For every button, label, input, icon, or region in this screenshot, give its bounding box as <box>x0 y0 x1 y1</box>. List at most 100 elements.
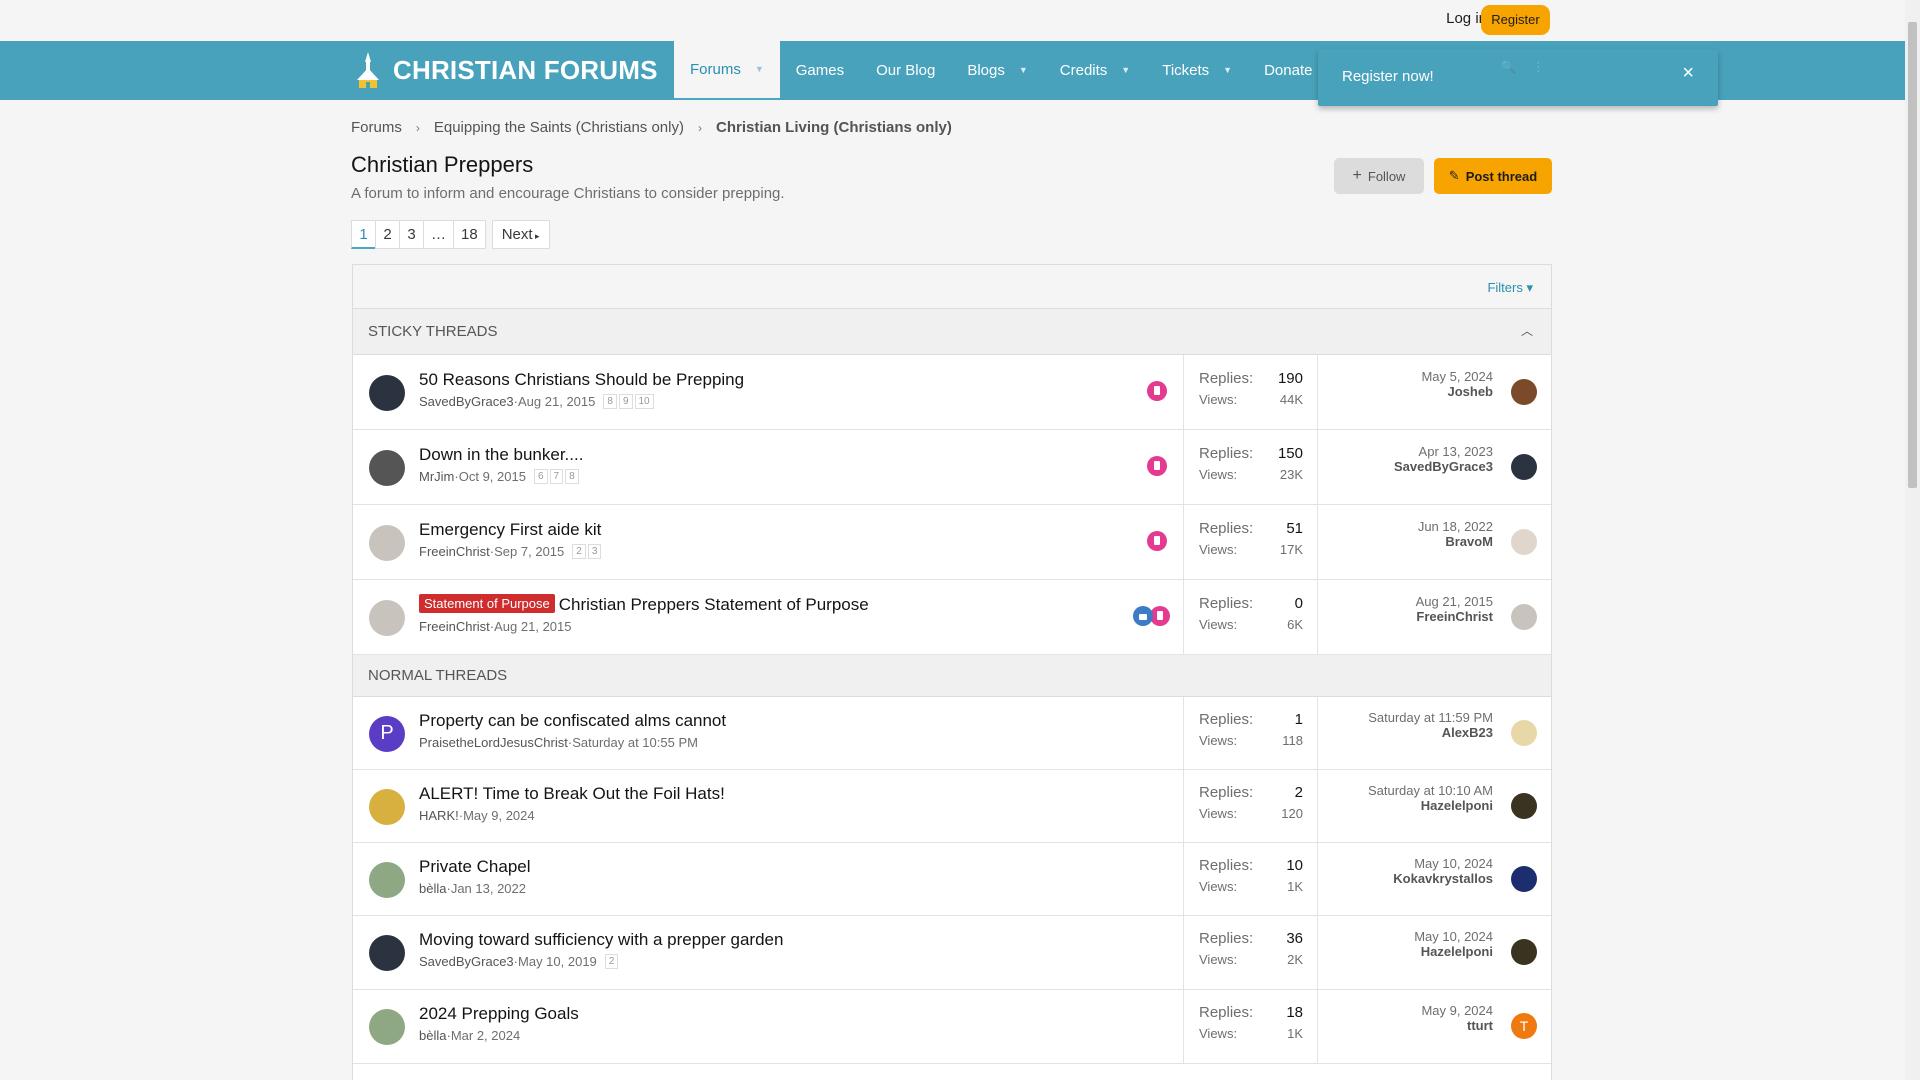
follow-button[interactable]: + Follow <box>1334 158 1424 194</box>
dropdown-caret-icon[interactable]: ▼ <box>1019 41 1028 100</box>
last-poster-avatar[interactable] <box>1511 453 1537 480</box>
last-post-date[interactable]: May 10, 2024 <box>1393 856 1493 871</box>
user-avatar[interactable] <box>369 599 405 636</box>
thread-page-link[interactable]: 2 <box>604 954 619 969</box>
thread-page-link[interactable]: 7 <box>549 468 564 484</box>
last-poster-avatar[interactable] <box>1511 378 1537 405</box>
thread-start-date[interactable]: May 10, 2019 <box>518 954 597 969</box>
last-poster-avatar[interactable] <box>1511 939 1537 965</box>
thread-start-date[interactable]: Saturday at 10:55 PM <box>572 735 698 750</box>
thread-start-date[interactable]: Mar 2, 2024 <box>451 1028 520 1043</box>
last-poster-avatar[interactable]: T <box>1511 1013 1537 1039</box>
user-avatar[interactable]: P <box>369 715 405 752</box>
last-poster-avatar[interactable] <box>1511 865 1537 892</box>
thread-title[interactable]: Property can be confiscated alms cannot <box>419 711 726 731</box>
last-post-date[interactable]: Saturday at 11:59 PM <box>1368 710 1493 725</box>
last-post-user[interactable]: AlexB23 <box>1368 725 1493 740</box>
last-post-date[interactable]: May 10, 2024 <box>1414 929 1493 944</box>
thread-author[interactable]: FreeinChrist <box>419 619 490 634</box>
last-post-user[interactable]: Josheb <box>1421 384 1493 399</box>
thread-row[interactable]: Statement of Purpose Christian Preppers S… <box>353 580 1551 655</box>
last-post-date[interactable]: Saturday at 10:10 AM <box>1368 783 1493 798</box>
page-link[interactable]: 1 <box>351 220 376 249</box>
thread-row[interactable]: Emergency First aide kit FreeinChrist · S… <box>353 505 1551 580</box>
last-post-date[interactable]: May 5, 2024 <box>1421 369 1493 384</box>
dropdown-caret-icon[interactable]: ▼ <box>755 40 764 99</box>
site-logo[interactable]: CHRISTIAN FORUMS <box>353 50 658 90</box>
breadcrumb-forums[interactable]: Forums <box>351 119 402 137</box>
thread-title[interactable]: ALERT! Time to Break Out the Foil Hats! <box>419 784 725 804</box>
user-avatar[interactable] <box>369 788 405 825</box>
user-avatar[interactable] <box>369 449 405 486</box>
last-post-user[interactable]: BravoM <box>1418 534 1493 549</box>
thread-start-date[interactable]: May 9, 2024 <box>463 808 535 823</box>
thread-row[interactable]: ALERT! Time to Break Out the Foil Hats! H… <box>353 770 1551 843</box>
thread-page-link[interactable]: 8 <box>603 393 617 409</box>
user-avatar[interactable] <box>369 935 405 971</box>
thread-row[interactable]: Private Chapel bèlla · Jan 13, 2022 Replie… <box>353 843 1551 916</box>
last-poster-avatar[interactable] <box>1511 528 1537 555</box>
filters-button[interactable]: Filters ▾ <box>1487 280 1533 296</box>
thread-start-date[interactable]: Jan 13, 2022 <box>451 881 526 896</box>
thread-title[interactable]: Moving toward sufficiency with a prepper… <box>419 930 783 950</box>
thread-row[interactable]: Down in the bunker.... MrJim · Oct 9, 201… <box>353 430 1551 505</box>
last-post-date[interactable]: Jun 18, 2022 <box>1418 519 1493 534</box>
page-link[interactable]: … <box>423 220 454 249</box>
collapse-icon[interactable]: ︿ <box>1521 309 1533 354</box>
last-post-user[interactable]: FreeinChrist <box>1416 609 1493 624</box>
nav-tab-credits[interactable]: Credits ▼ <box>1044 41 1146 100</box>
thread-author[interactable]: PraisetheLordJesusChrist <box>419 735 568 750</box>
dropdown-caret-icon[interactable]: ▼ <box>1223 41 1232 100</box>
nav-tab-tickets[interactable]: Tickets ▼ <box>1146 41 1248 100</box>
user-avatar[interactable] <box>369 861 405 898</box>
thread-prefix-badge[interactable]: Statement of Purpose <box>419 593 555 613</box>
thread-author[interactable]: HARK! <box>419 808 459 823</box>
thread-page-link[interactable]: 6 <box>533 468 548 484</box>
last-post-user[interactable]: tturt <box>1421 1018 1493 1033</box>
thread-title[interactable]: Emergency First aide kit <box>419 520 601 540</box>
thread-author[interactable]: bèlla <box>419 881 446 896</box>
last-poster-avatar[interactable] <box>1511 719 1537 746</box>
thread-page-link[interactable]: 8 <box>565 468 579 484</box>
thread-start-date[interactable]: Oct 9, 2015 <box>459 469 526 484</box>
last-poster-avatar[interactable] <box>1511 792 1537 819</box>
scrollbar[interactable] <box>1905 0 1920 1080</box>
thread-start-date[interactable]: Sep 7, 2015 <box>494 544 564 559</box>
nav-tab-games[interactable]: Games <box>780 41 860 100</box>
thread-page-link[interactable]: 3 <box>587 543 602 559</box>
thread-page-link[interactable]: 2 <box>572 543 586 559</box>
nav-tab-blogs[interactable]: Blogs ▼ <box>951 41 1043 100</box>
next-page-button[interactable]: Next ▸ <box>491 220 550 249</box>
thread-author[interactable]: MrJim <box>419 469 454 484</box>
last-post-user[interactable]: Hazelelponi <box>1414 944 1493 959</box>
thread-author[interactable]: FreeinChrist <box>419 544 490 559</box>
nav-tab-donate[interactable]: Donate <box>1248 41 1328 100</box>
close-icon[interactable]: × <box>1682 62 1694 85</box>
register-button[interactable]: Register <box>1481 5 1550 35</box>
last-post-user[interactable]: SavedByGrace3 <box>1394 459 1493 474</box>
last-post-date[interactable]: May 9, 2024 <box>1421 1003 1493 1018</box>
thread-title[interactable]: Statement of Purpose Christian Preppers S… <box>419 593 869 615</box>
thread-page-link[interactable]: 10 <box>634 393 654 409</box>
thread-title[interactable]: 50 Reasons Christians Should be Prepping <box>419 370 744 390</box>
thread-row[interactable]: Moving toward sufficiency with a prepper… <box>353 916 1551 990</box>
dropdown-caret-icon[interactable]: ▼ <box>1121 41 1130 100</box>
user-avatar[interactable] <box>369 374 405 411</box>
scrollbar-thumb[interactable] <box>1908 22 1917 488</box>
user-avatar[interactable] <box>369 1009 405 1045</box>
thread-author[interactable]: SavedByGrace3 <box>419 954 514 969</box>
breadcrumb-christian-living[interactable]: Christian Living (Christians only) <box>716 119 952 137</box>
nav-tab-our-blog[interactable]: Our Blog <box>860 41 951 100</box>
user-avatar[interactable] <box>369 524 405 561</box>
page-link[interactable]: 18 <box>453 220 486 249</box>
breadcrumb-equipping[interactable]: Equipping the Saints (Christians only) <box>434 119 684 137</box>
popup-text[interactable]: Register now! <box>1342 68 1434 85</box>
post-thread-button[interactable]: ✎ Post thread <box>1434 158 1552 194</box>
thread-start-date[interactable]: Aug 21, 2015 <box>494 619 571 634</box>
thread-start-date[interactable]: Aug 21, 2015 <box>518 394 595 409</box>
last-post-user[interactable]: Hazelelponi <box>1368 798 1493 813</box>
thread-title[interactable]: Private Chapel <box>419 857 531 877</box>
last-post-user[interactable]: Kokavkrystallos <box>1393 871 1493 886</box>
nav-tab-forums[interactable]: Forums ▼ <box>674 41 780 100</box>
thread-row[interactable]: P Property can be confiscated alms cannot… <box>353 697 1551 770</box>
